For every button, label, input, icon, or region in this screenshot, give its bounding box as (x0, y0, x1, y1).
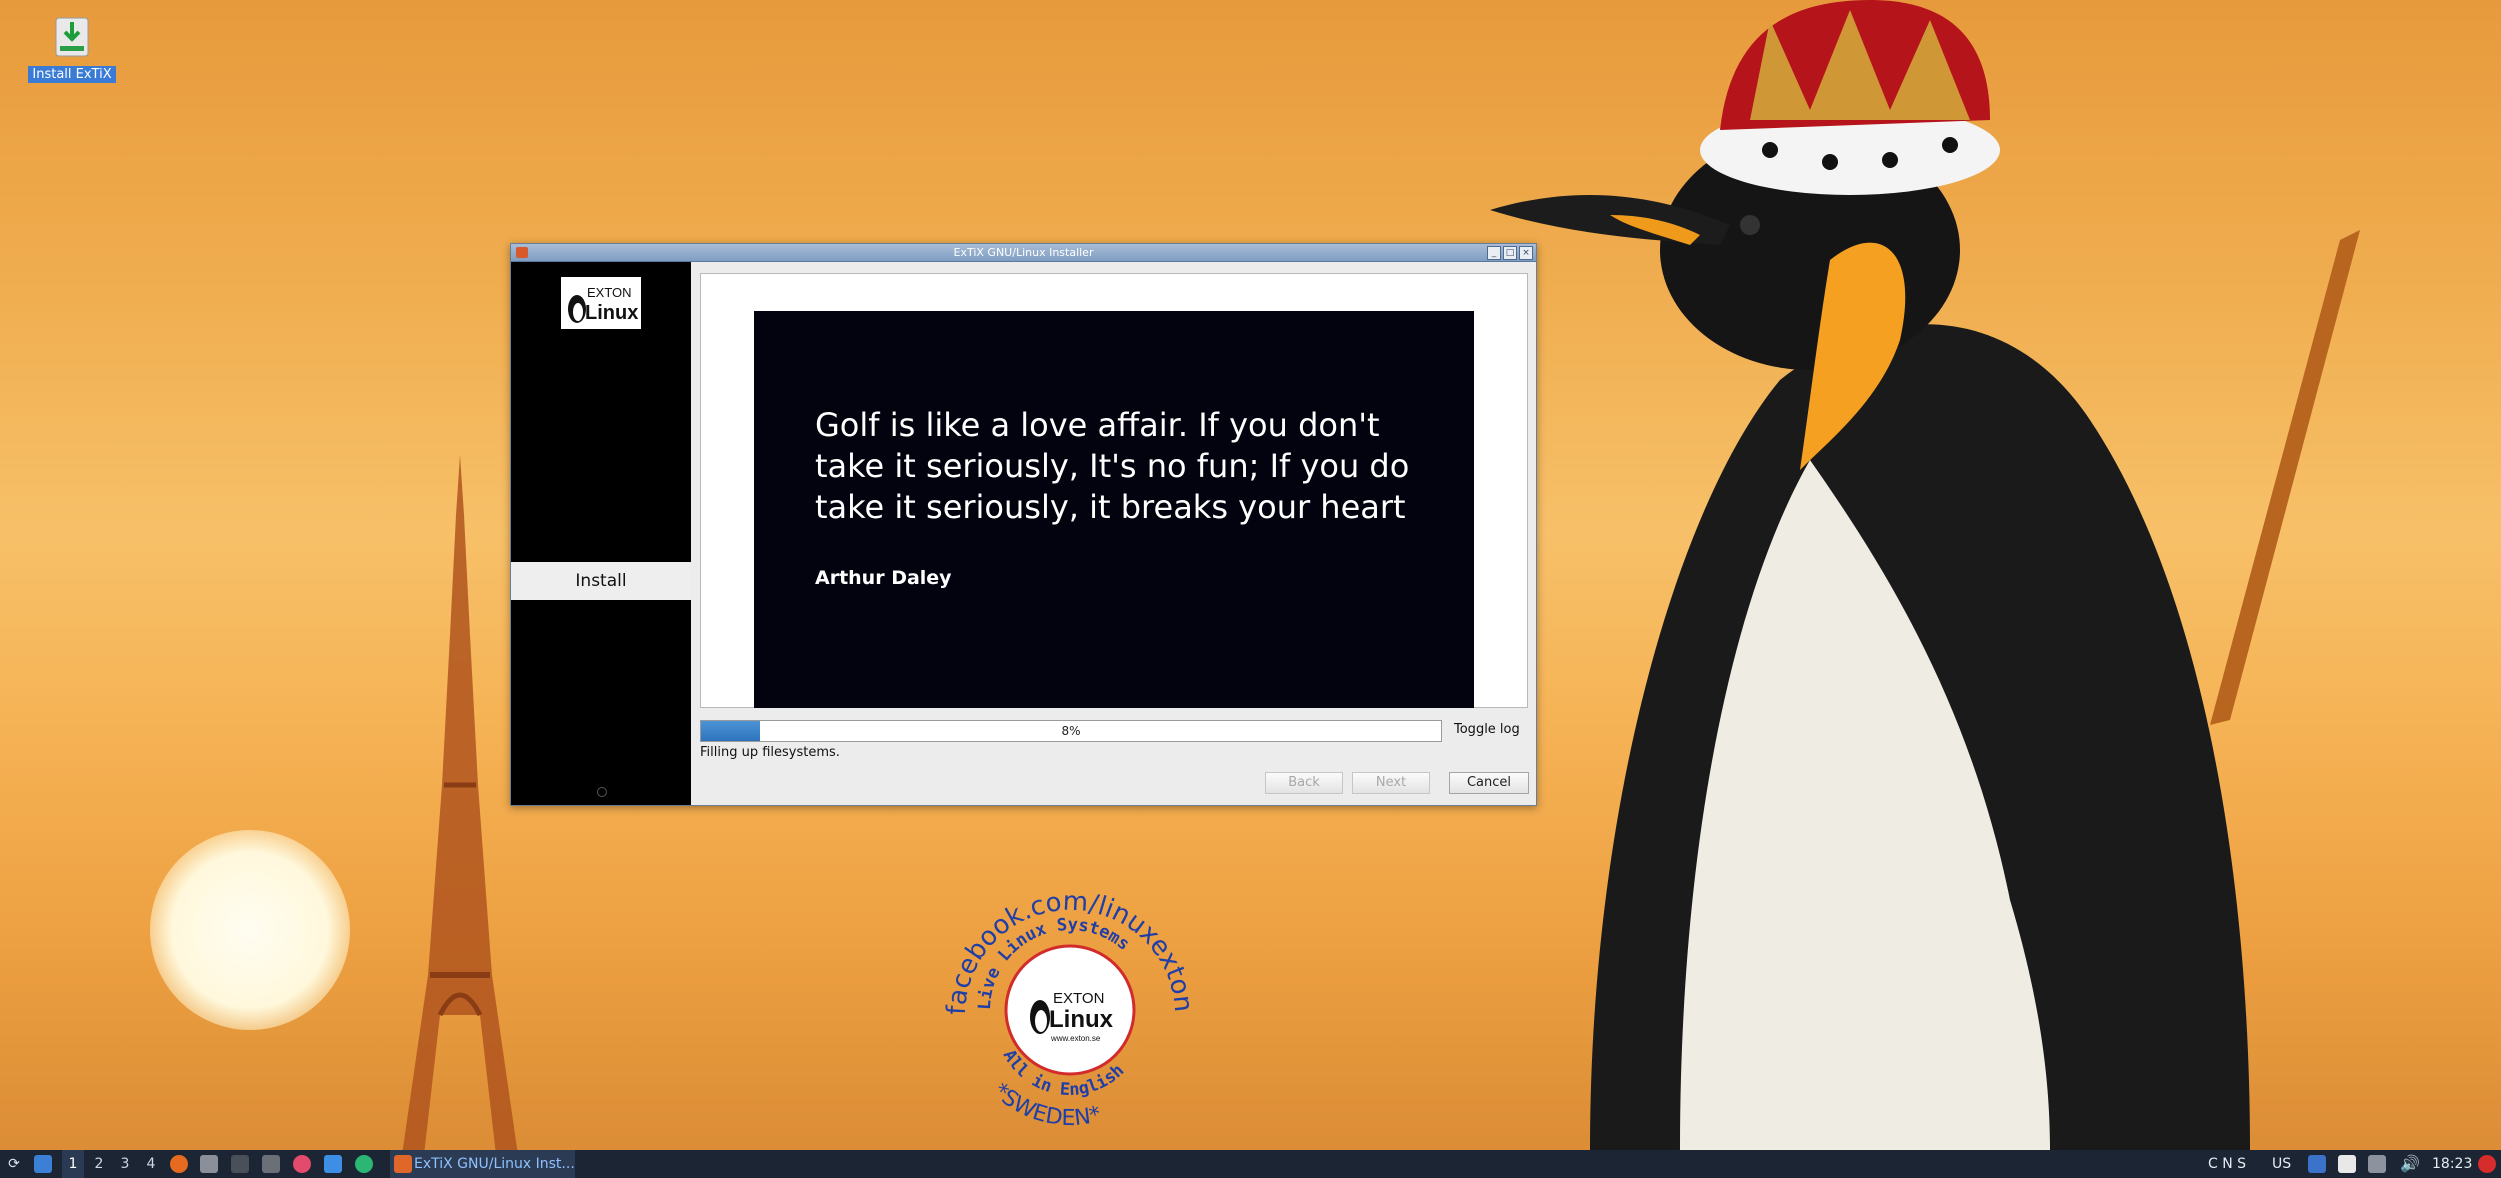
power-icon[interactable] (2478, 1155, 2496, 1173)
eiffel-tower (402, 455, 518, 1155)
task-installer[interactable]: ExTiX GNU/Linux Inst... (390, 1150, 575, 1178)
installer-sidebar: EXTON Linux Install (511, 262, 691, 805)
update-icon[interactable] (355, 1155, 373, 1173)
install-progress-bar: 8% (700, 720, 1442, 742)
sidebar-item-install: Install (511, 562, 691, 600)
badge-url: www.exton.se (1050, 1034, 1101, 1043)
app-menu-icon[interactable] (516, 247, 528, 258)
show-desktop-icon[interactable] (34, 1155, 52, 1173)
window-titlebar[interactable]: ExTiX GNU/Linux Installer _ □ × (511, 244, 1536, 262)
keyboard-layout[interactable]: US (2272, 1150, 2291, 1178)
terminal-icon[interactable] (231, 1155, 249, 1173)
toggle-log-button[interactable]: Toggle log (1454, 722, 1520, 737)
file-manager-icon[interactable] (200, 1155, 218, 1173)
volume-icon[interactable]: 🔊 (2400, 1150, 2420, 1178)
installer-task-icon (394, 1155, 412, 1173)
slideshow-frame: Golf is like a love affair. If you don't… (700, 273, 1528, 708)
install-download-icon (55, 17, 89, 57)
clock[interactable]: 18:23 (2432, 1150, 2472, 1178)
desktop-icon-install-extix[interactable]: Install ExTiX (26, 16, 118, 83)
logo-line2: Linux (585, 302, 638, 324)
workspace-1[interactable]: 1 (62, 1150, 84, 1178)
slide-quote: Golf is like a love affair. If you don't… (815, 406, 1410, 526)
clipboard-icon[interactable] (2338, 1155, 2356, 1173)
workspace-3[interactable]: 3 (114, 1150, 136, 1178)
close-icon[interactable]: × (1519, 246, 1533, 260)
desktop-icon-label: Install ExTiX (28, 66, 116, 83)
software-icon[interactable] (324, 1155, 342, 1173)
maximize-icon[interactable]: □ (1503, 246, 1517, 260)
slideshow-slide: Golf is like a love affair. If you don't… (754, 311, 1474, 708)
cancel-button[interactable]: Cancel (1449, 772, 1529, 794)
window-title: ExTiX GNU/Linux Installer (953, 246, 1094, 259)
firefox-icon[interactable] (170, 1155, 188, 1173)
task-label: ExTiX GNU/Linux Inst... (414, 1156, 575, 1172)
progress-label: 8% (1061, 724, 1081, 738)
status-text: Filling up filesystems. (700, 745, 840, 760)
settings-icon[interactable] (262, 1155, 280, 1173)
badge-logo-line2: Linux (1049, 1006, 1114, 1033)
back-button[interactable]: Back (1265, 772, 1343, 794)
info-icon[interactable] (597, 787, 607, 797)
usb-icon[interactable] (2368, 1155, 2386, 1173)
network-icon[interactable] (2308, 1155, 2326, 1173)
start-menu-icon[interactable]: ⟳ (4, 1150, 24, 1178)
downloader-icon[interactable] (293, 1155, 311, 1173)
taskbar: ⟳ 1 2 3 4 ExTiX GNU/Linux Inst... C N S … (0, 1150, 2501, 1178)
installer-window: ExTiX GNU/Linux Installer _ □ × EXTON Li… (510, 243, 1537, 806)
logo-line1: EXTON (587, 285, 632, 300)
workspace-4[interactable]: 4 (140, 1150, 162, 1178)
workspace-2[interactable]: 2 (88, 1150, 110, 1178)
slide-author: Arthur Daley (815, 567, 952, 589)
penguin-king-illustration (1490, 0, 2360, 1150)
minimize-icon[interactable]: _ (1487, 246, 1501, 260)
sun (150, 830, 350, 1030)
tray-indicators[interactable]: C N S (2208, 1150, 2246, 1178)
badge-logo-line1: EXTON (1053, 990, 1104, 1007)
exton-linux-logo: EXTON Linux (561, 277, 641, 329)
next-button[interactable]: Next (1352, 772, 1430, 794)
exton-facebook-badge: facebook.com/linuxexton Live Linux Syste… (945, 887, 1195, 1132)
